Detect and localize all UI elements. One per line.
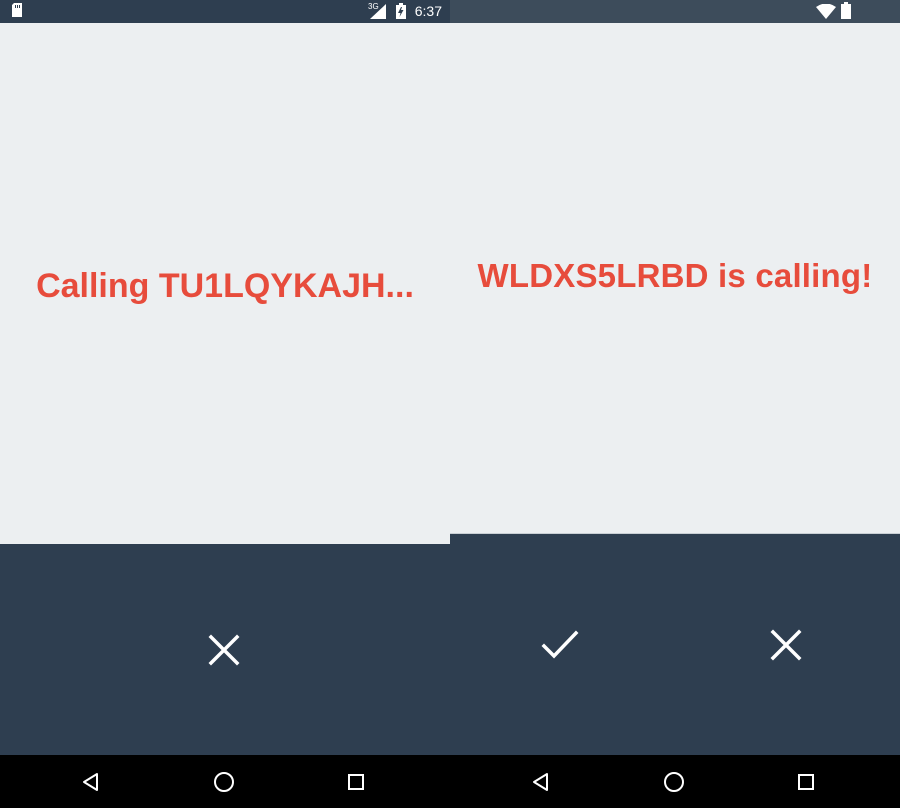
status-bar: 3G 6:37 [0,0,450,23]
back-icon [83,773,98,791]
call-content-area: Calling TU1LQYKAJH... [0,23,450,544]
signal-icon [370,4,386,24]
calling-status-text: Calling TU1LQYKAJH... [36,267,414,305]
wifi-icon [816,3,836,24]
hangup-button[interactable] [196,622,252,678]
status-bar [450,0,900,23]
recents-icon [798,774,814,790]
back-button[interactable] [528,769,554,795]
outgoing-call-screen: 3G 6:37 Calling TU1LQYKAJH... [0,0,450,808]
home-icon [664,772,684,792]
call-action-bar [0,544,450,755]
recents-button[interactable] [343,769,369,795]
back-button[interactable] [78,769,104,795]
home-button[interactable] [661,769,687,795]
recents-icon [348,774,364,790]
close-icon [208,634,240,666]
status-time: 6:37 [414,3,442,19]
close-icon [770,629,802,661]
decline-call-button[interactable] [758,617,814,673]
call-content-area: WLDXS5LRBD is calling! [450,23,900,534]
accept-call-button[interactable] [532,617,588,673]
recents-button[interactable] [793,769,819,795]
battery-icon [396,3,406,24]
call-action-bar [450,534,900,755]
incoming-call-text: WLDXS5LRBD is calling! [477,257,873,294]
check-icon [541,630,579,659]
incoming-call-screen: WLDXS5LRBD is calling! [450,0,900,808]
navigation-bar [450,755,900,808]
navigation-bar [0,755,450,808]
battery-icon [841,2,851,24]
home-button[interactable] [211,769,237,795]
sd-card-icon [12,3,22,22]
home-icon [214,772,234,792]
back-icon [533,773,548,791]
